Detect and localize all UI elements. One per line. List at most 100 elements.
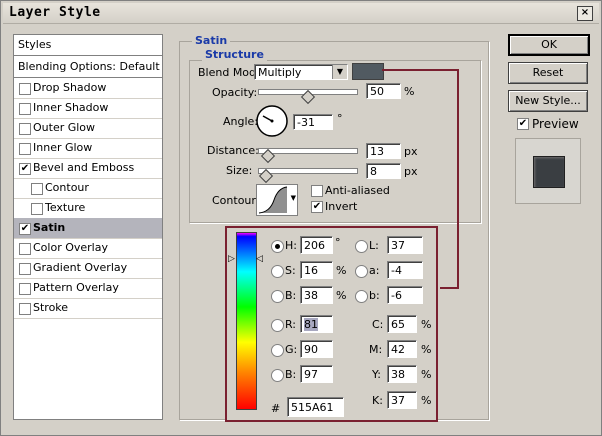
angle-unit: ° [337, 112, 343, 125]
hex-label: # [271, 402, 281, 415]
k-unit: % [421, 394, 432, 407]
satin-group-title: Satin [192, 34, 231, 47]
contour-picker[interactable]: ▼ [256, 184, 298, 216]
ok-button[interactable]: OK [508, 34, 590, 56]
angle-dial[interactable] [255, 104, 289, 141]
h-value: 206 [304, 239, 325, 252]
checkbox-gradient-overlay[interactable] [19, 263, 31, 275]
y-field[interactable]: 38 [387, 365, 417, 383]
reset-button[interactable]: Reset [508, 62, 588, 84]
hue-slider[interactable] [236, 232, 257, 410]
style-item-label: Inner Shadow [33, 101, 109, 114]
checkbox-bevel-emboss[interactable]: ✔ [19, 163, 31, 175]
style-item-color-overlay[interactable]: Color Overlay [14, 238, 162, 259]
lab-b-label: b: [369, 289, 380, 302]
checkbox-drop-shadow[interactable] [19, 83, 31, 95]
new-style-button[interactable]: New Style... [508, 90, 588, 112]
style-item-outer-glow[interactable]: Outer Glow [14, 118, 162, 139]
checkbox-outer-glow[interactable] [19, 123, 31, 135]
distance-label: Distance: [207, 144, 259, 157]
l-radio[interactable] [355, 240, 368, 253]
b-label: B: [285, 289, 297, 302]
checkbox-inner-shadow[interactable] [19, 103, 31, 115]
g-label: G: [285, 343, 298, 356]
h-label: H: [285, 239, 297, 252]
style-item-inner-glow[interactable]: Inner Glow [14, 138, 162, 159]
a-radio[interactable] [355, 265, 368, 278]
h-radio[interactable] [271, 240, 284, 253]
hex-field[interactable]: 515A61 [287, 397, 344, 417]
preview-swatch [533, 156, 565, 188]
size-slider[interactable] [258, 168, 358, 174]
angle-label: Angle: [223, 115, 259, 128]
chevron-down-icon: ▼ [290, 194, 296, 202]
a-field[interactable]: -4 [387, 261, 423, 279]
blue-field[interactable]: 97 [300, 365, 333, 383]
style-item-contour[interactable]: Contour [14, 178, 162, 199]
m-field[interactable]: 42 [387, 340, 417, 358]
style-item-inner-shadow[interactable]: Inner Shadow [14, 98, 162, 119]
h-unit: ° [335, 236, 341, 249]
checkbox-contour[interactable] [31, 183, 43, 195]
r-value: 81 [304, 318, 318, 331]
m-unit: % [421, 343, 432, 356]
close-button[interactable]: × [577, 6, 593, 21]
style-item-label: Stroke [33, 301, 69, 314]
checkbox-color-overlay[interactable] [19, 243, 31, 255]
style-item-bevel-emboss[interactable]: ✔ Bevel and Emboss [14, 158, 162, 179]
g-field[interactable]: 90 [300, 340, 333, 358]
checkbox-satin[interactable]: ✔ [19, 223, 31, 235]
style-item-label: Texture [45, 201, 86, 214]
r-radio[interactable] [271, 319, 284, 332]
lab-b-field[interactable]: -6 [387, 286, 423, 304]
l-value: 37 [391, 239, 405, 252]
l-field[interactable]: 37 [387, 236, 423, 254]
y-label: Y: [372, 368, 381, 381]
chevron-down-icon: ▼ [332, 65, 347, 79]
styles-list: Styles Blending Options: Default Drop Sh… [13, 34, 163, 420]
c-value: 65 [391, 318, 405, 331]
style-item-stroke[interactable]: Stroke [14, 298, 162, 319]
blend-mode-select[interactable]: Multiply ▼ [254, 64, 348, 80]
style-item-drop-shadow[interactable]: Drop Shadow [14, 78, 162, 99]
r-field[interactable]: 81 [300, 315, 333, 333]
style-item-label: Inner Glow [33, 141, 93, 154]
checkbox-texture[interactable] [31, 203, 43, 215]
angle-value: -31 [297, 116, 315, 129]
size-value: 8 [370, 165, 377, 178]
angle-field[interactable]: -31 [293, 114, 333, 130]
styles-header[interactable]: Styles [14, 35, 162, 56]
c-field[interactable]: 65 [387, 315, 417, 333]
anti-aliased-checkbox[interactable] [311, 185, 323, 197]
b-field[interactable]: 38 [300, 286, 333, 304]
invert-checkbox[interactable]: ✔ [311, 201, 323, 213]
lab-b-value: -6 [391, 289, 402, 302]
style-item-texture[interactable]: Texture [14, 198, 162, 219]
b-radio[interactable] [271, 290, 284, 303]
s-field[interactable]: 16 [300, 261, 333, 279]
preview-checkbox[interactable]: ✔ [517, 118, 529, 130]
blending-options-item[interactable]: Blending Options: Default [14, 57, 162, 78]
m-label: M: [369, 343, 383, 356]
checkbox-pattern-overlay[interactable] [19, 283, 31, 295]
blue-label: B: [285, 368, 297, 381]
r-label: R: [285, 318, 297, 331]
preview-label: Preview [532, 117, 579, 131]
k-field[interactable]: 37 [387, 391, 417, 409]
s-label: S: [285, 264, 296, 277]
h-field[interactable]: 206 [300, 236, 333, 254]
title-bar: Layer Style × [3, 3, 599, 24]
s-radio[interactable] [271, 265, 284, 278]
blue-radio[interactable] [271, 369, 284, 382]
checkbox-stroke[interactable] [19, 303, 31, 315]
angle-dial-icon [256, 105, 288, 137]
style-item-satin[interactable]: ✔ Satin [14, 218, 162, 239]
style-item-pattern-overlay[interactable]: Pattern Overlay [14, 278, 162, 299]
lab-b-radio[interactable] [355, 290, 368, 303]
style-item-gradient-overlay[interactable]: Gradient Overlay [14, 258, 162, 279]
blend-mode-value: Multiply [258, 66, 302, 79]
contour-curve-icon [258, 186, 288, 214]
g-radio[interactable] [271, 344, 284, 357]
k-label: K: [372, 394, 383, 407]
checkbox-inner-glow[interactable] [19, 143, 31, 155]
